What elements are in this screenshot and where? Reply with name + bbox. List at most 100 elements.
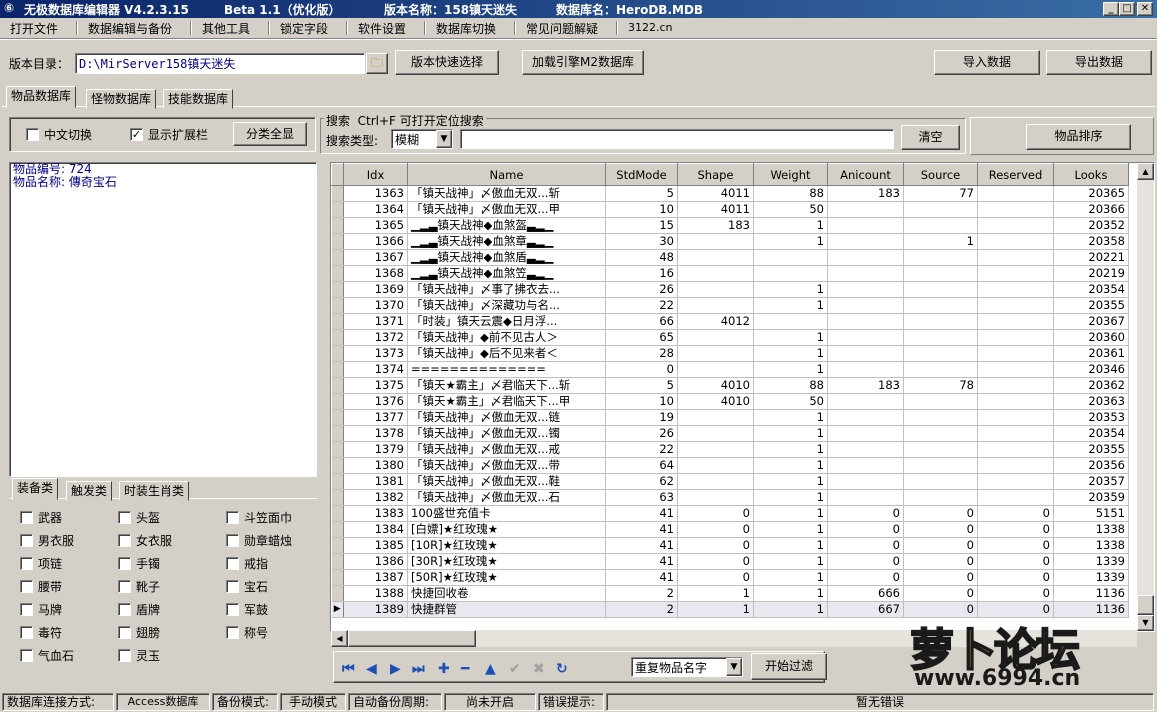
table-cell[interactable]: 1370 [343, 297, 408, 314]
table-cell[interactable] [903, 329, 978, 346]
table-cell[interactable]: 1 [753, 297, 828, 314]
tab-items[interactable]: 物品数据库 [6, 86, 77, 108]
table-cell[interactable]: 1374 [343, 361, 408, 378]
table-cell[interactable] [827, 281, 904, 298]
table-cell[interactable] [677, 409, 754, 426]
table-cell[interactable]: 1387 [343, 569, 408, 586]
table-cell[interactable] [977, 233, 1054, 250]
row-indicator[interactable] [331, 329, 344, 346]
table-cell[interactable]: 1136 [1053, 585, 1129, 602]
table-cell[interactable]: 20366 [1053, 201, 1129, 218]
table-cell[interactable]: 1367 [343, 249, 408, 266]
import-button[interactable]: 导入数据 [934, 50, 1040, 75]
table-cell[interactable]: 「镇天战神」◆后不见来者＜ [407, 345, 606, 362]
table-cell[interactable]: 「镇天战神」〆傲血无双...甲 [407, 201, 606, 218]
table-cell[interactable] [827, 249, 904, 266]
table-cell[interactable]: 0 [827, 521, 904, 538]
table-cell[interactable]: 5151 [1053, 505, 1129, 522]
table-cell[interactable]: 1373 [343, 345, 408, 362]
table-cell[interactable]: 0 [903, 505, 978, 522]
table-cell[interactable] [827, 457, 904, 474]
table-cell[interactable]: 20354 [1053, 425, 1129, 442]
category-checkbox[interactable] [226, 603, 239, 616]
table-cell[interactable]: 4011 [677, 185, 754, 202]
row-indicator[interactable] [331, 505, 344, 522]
table-cell[interactable]: 1368 [343, 265, 408, 282]
table-cell[interactable]: 1 [753, 585, 828, 602]
table-row[interactable]: 1379 「镇天战神」〆傲血无双...戒 22 1 20355 [331, 441, 1129, 458]
table-cell[interactable] [827, 489, 904, 506]
table-cell[interactable] [827, 297, 904, 314]
table-cell[interactable]: 「镇天战神」〆傲血无双...斩 [407, 185, 606, 202]
table-cell[interactable] [903, 297, 978, 314]
table-cell[interactable]: 100盛世充值卡 [407, 505, 606, 522]
table-cell[interactable] [753, 265, 828, 282]
table-row[interactable]: 1385 [10R]★红玫瑰★ 41 0 1 0 0 0 1338 [331, 537, 1129, 554]
table-cell[interactable]: 0 [977, 521, 1054, 538]
table-cell[interactable]: 0 [677, 569, 754, 586]
category-checkbox[interactable] [226, 580, 239, 593]
table-cell[interactable] [977, 377, 1054, 394]
table-cell[interactable]: 4010 [677, 393, 754, 410]
table-cell[interactable]: 41 [605, 505, 678, 522]
table-cell[interactable]: 1 [753, 441, 828, 458]
table-cell[interactable] [827, 473, 904, 490]
table-cell[interactable]: 0 [903, 585, 978, 602]
table-cell[interactable]: 20360 [1053, 329, 1129, 346]
table-cell[interactable]: 183 [677, 217, 754, 234]
table-cell[interactable]: 20221 [1053, 249, 1129, 266]
table-cell[interactable] [903, 201, 978, 218]
category-checkbox[interactable] [118, 580, 131, 593]
category-checkbox[interactable] [226, 626, 239, 639]
menu-db-switch[interactable]: 数据库切换 [436, 20, 496, 37]
table-cell[interactable]: 1 [677, 585, 754, 602]
table-cell[interactable]: 88 [753, 377, 828, 394]
category-checkbox[interactable] [118, 557, 131, 570]
version-dir-input[interactable] [75, 53, 365, 74]
table-cell[interactable] [977, 297, 1054, 314]
items-grid[interactable]: Idx Name StdMode Shape Weight Anicount Source R… [331, 163, 1154, 631]
table-cell[interactable]: 26 [605, 281, 678, 298]
row-indicator[interactable] [331, 489, 344, 506]
chevron-down-icon[interactable]: ▼ [436, 130, 452, 148]
table-row[interactable]: 1376 「镇天★霸主」〆君临天下...甲 10 4010 50 20363 [331, 393, 1129, 410]
table-cell[interactable] [903, 473, 978, 490]
table-cell[interactable]: 「镇天战神」〆傲血无双...镯 [407, 425, 606, 442]
table-row[interactable]: 1380 「镇天战神」〆傲血无双...带 64 1 20356 [331, 457, 1129, 474]
table-cell[interactable]: 88 [753, 185, 828, 202]
first-record-icon[interactable]: ⏮ [342, 661, 355, 677]
table-cell[interactable]: 1 [753, 569, 828, 586]
vertical-scrollbar[interactable]: ▲ ▼ [1137, 163, 1154, 631]
table-cell[interactable] [753, 313, 828, 330]
table-cell[interactable]: 0 [903, 521, 978, 538]
row-indicator[interactable] [331, 233, 344, 250]
show-ext-checkbox[interactable]: ✓ [130, 128, 143, 141]
close-button[interactable]: ✕ [1137, 2, 1153, 16]
table-cell[interactable] [977, 201, 1054, 218]
table-cell[interactable]: 50 [753, 393, 828, 410]
table-cell[interactable]: 20346 [1053, 361, 1129, 378]
table-row[interactable]: 1374 ============== 0 1 20346 [331, 361, 1129, 378]
table-cell[interactable]: 1366 [343, 233, 408, 250]
table-cell[interactable]: 1339 [1053, 553, 1129, 570]
table-cell[interactable]: 20359 [1053, 489, 1129, 506]
item-sort-button[interactable]: 物品排序 [1026, 124, 1131, 150]
refresh-icon[interactable]: ↻ [556, 661, 568, 677]
table-cell[interactable]: 77 [903, 185, 978, 202]
column-header[interactable]: StdMode [605, 163, 678, 186]
table-cell[interactable] [827, 345, 904, 362]
table-row[interactable]: 1384 [白嫖]★红玫瑰★ 41 0 1 0 0 0 1338 [331, 521, 1129, 538]
table-cell[interactable]: 0 [977, 505, 1054, 522]
table-cell[interactable] [677, 329, 754, 346]
row-indicator[interactable] [331, 185, 344, 202]
menu-open-file[interactable]: 打开文件 [10, 20, 58, 37]
table-cell[interactable]: 0 [605, 361, 678, 378]
table-cell[interactable]: 「镇天战神」◆前不见古人＞ [407, 329, 606, 346]
table-cell[interactable]: ▁▂▃镇天战神◆血煞盾▃▂▁ [407, 249, 606, 266]
prev-record-icon[interactable]: ◀ [366, 661, 377, 677]
table-row[interactable]: 1383 100盛世充值卡 41 0 1 0 0 0 5151 [331, 505, 1129, 522]
menu-site-link[interactable]: 3122.cn [628, 21, 673, 34]
table-cell[interactable] [903, 441, 978, 458]
export-button[interactable]: 导出数据 [1046, 50, 1152, 75]
table-cell[interactable] [903, 489, 978, 506]
